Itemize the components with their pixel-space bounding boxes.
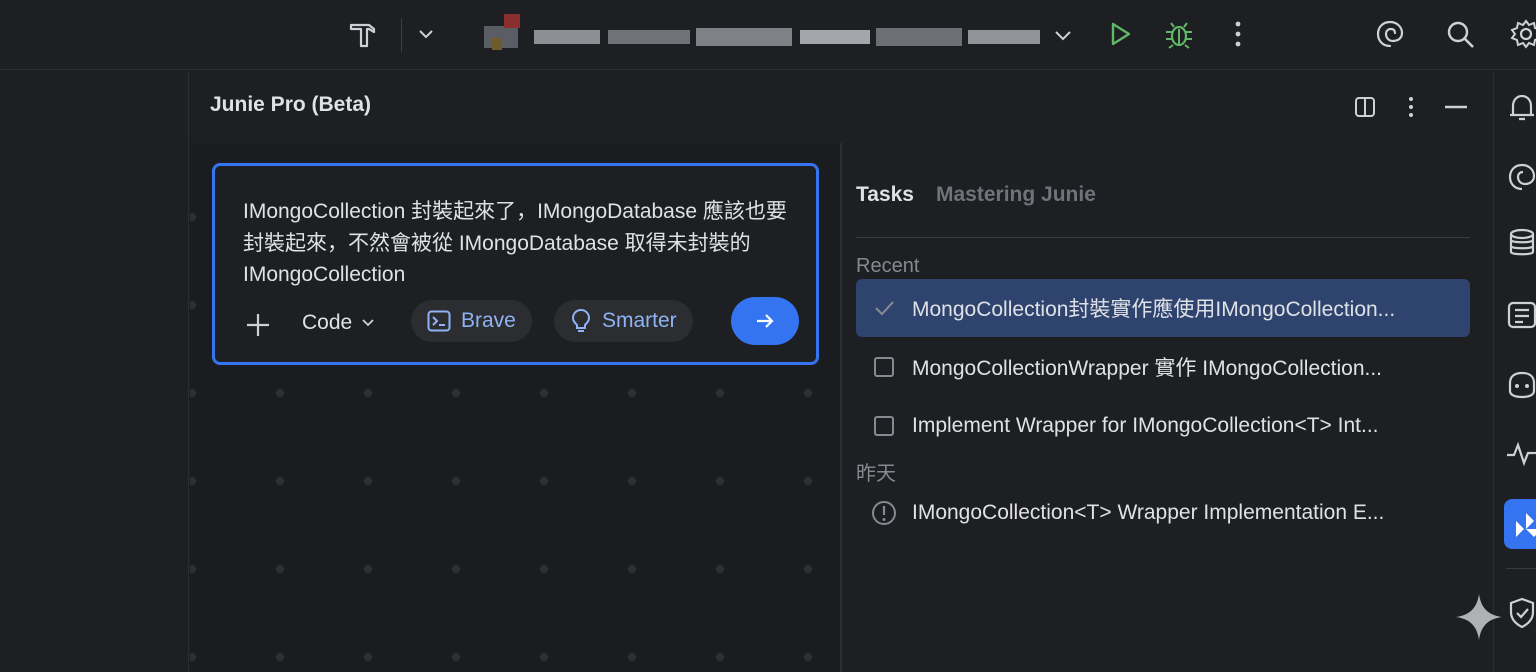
sparkle-icon: [1456, 594, 1502, 640]
task-title: MongoCollection封裝實作應使用IMongoCollection..…: [912, 298, 1396, 321]
ai-spiral-icon[interactable]: [1372, 16, 1408, 52]
chevron-down-icon[interactable]: [414, 22, 438, 46]
arrow-right-icon: [757, 314, 774, 328]
junie-tool-window: Junie Pro (Beta) IMongoCollection 封裝起來了，…: [190, 71, 1493, 672]
junie-tool-button[interactable]: [1504, 499, 1536, 549]
lightbulb-icon: [571, 308, 591, 332]
tool-window-title: Junie Pro (Beta): [210, 93, 372, 116]
divider: [1506, 568, 1536, 569]
hammer-icon[interactable]: [346, 16, 382, 52]
checkmark-icon: [870, 294, 898, 322]
main-toolbar: [0, 0, 1536, 70]
prompt-input[interactable]: IMongoCollection 封裝起來了，IMongoDatabase 應該…: [243, 196, 793, 291]
run-configuration-selector[interactable]: [484, 12, 1044, 56]
structure-icon[interactable]: [1504, 295, 1536, 335]
tasks-panel: Tasks Mastering Junie Recent MongoCollec…: [842, 143, 1493, 672]
search-icon[interactable]: [1442, 16, 1478, 52]
add-context-icon[interactable]: [243, 310, 273, 340]
split-panel-icon[interactable]: [1351, 93, 1379, 121]
terminal-icon: [427, 310, 451, 332]
group-label-yesterday: 昨天: [856, 463, 896, 485]
more-vertical-icon[interactable]: [1397, 93, 1425, 121]
task-title: Implement Wrapper for IMongoCollection<T…: [912, 414, 1379, 437]
brave-mode-toggle[interactable]: Brave: [411, 300, 532, 342]
send-button[interactable]: [731, 297, 799, 345]
task-item[interactable]: IMongoCollection<T> Wrapper Implementati…: [856, 484, 1470, 542]
ai-assistant-icon[interactable]: [1504, 157, 1536, 197]
chevron-down-icon[interactable]: [1050, 22, 1076, 48]
divider: [856, 237, 1470, 238]
notifications-icon[interactable]: [1504, 87, 1536, 127]
task-title: MongoCollectionWrapper 實作 IMongoCollecti…: [912, 357, 1382, 380]
project-panel-empty: [0, 71, 189, 672]
more-vertical-icon[interactable]: [1220, 16, 1256, 52]
debug-icon[interactable]: [1161, 16, 1197, 52]
checkbox-icon: [870, 353, 898, 381]
junie-icon: [1516, 513, 1536, 537]
copilot-icon[interactable]: [1504, 365, 1536, 405]
checkbox-icon: [870, 412, 898, 440]
tab-mastering-junie[interactable]: Mastering Junie: [936, 183, 1096, 207]
chevron-down-icon: [362, 319, 374, 327]
database-icon[interactable]: [1504, 223, 1536, 263]
group-label-recent: Recent: [856, 255, 920, 277]
smarter-mode-toggle[interactable]: Smarter: [554, 300, 693, 342]
task-item[interactable]: MongoCollection封裝實作應使用IMongoCollection..…: [856, 279, 1470, 337]
right-tool-strip: [1493, 71, 1536, 672]
tasks-tab-bar: Tasks Mastering Junie: [856, 183, 1096, 207]
warning-icon: [870, 499, 898, 527]
minimize-icon[interactable]: [1442, 93, 1470, 121]
chat-area: IMongoCollection 封裝起來了，IMongoDatabase 應該…: [190, 143, 840, 672]
smarter-label: Smarter: [602, 309, 677, 332]
tab-tasks[interactable]: Tasks: [856, 183, 914, 207]
toolbar-separator: [401, 18, 402, 52]
task-title: IMongoCollection<T> Wrapper Implementati…: [912, 501, 1385, 524]
run-icon[interactable]: [1102, 16, 1138, 52]
profiler-icon[interactable]: [1504, 433, 1536, 473]
task-item[interactable]: Implement Wrapper for IMongoCollection<T…: [856, 397, 1470, 455]
task-item[interactable]: MongoCollectionWrapper 實作 IMongoCollecti…: [856, 338, 1470, 396]
brave-label: Brave: [461, 309, 516, 332]
mode-label: Code: [302, 311, 353, 334]
mode-selector[interactable]: Code: [302, 311, 376, 335]
security-icon[interactable]: [1504, 593, 1536, 633]
settings-icon[interactable]: [1508, 16, 1536, 52]
tool-window-header: Junie Pro (Beta): [190, 71, 1493, 143]
prompt-input-box[interactable]: IMongoCollection 封裝起來了，IMongoDatabase 應該…: [212, 163, 819, 365]
